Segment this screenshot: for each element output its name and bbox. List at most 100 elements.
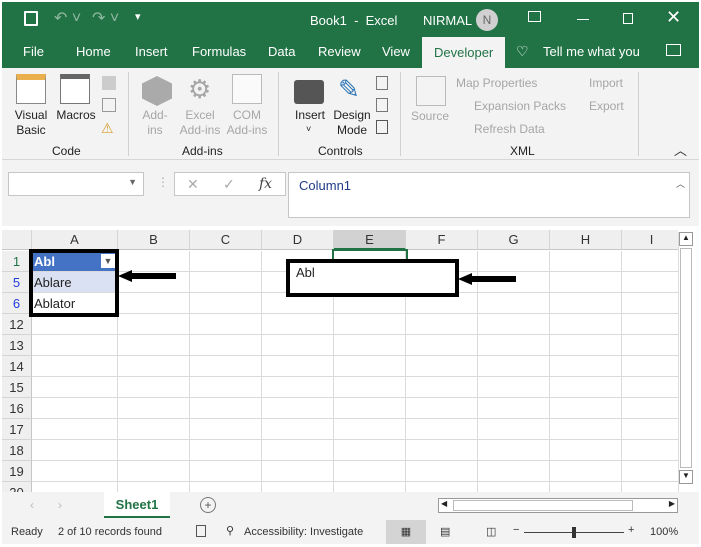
cell-d15[interactable]	[262, 377, 334, 398]
excel-add-ins-button[interactable]: Excel Add-ins	[178, 108, 222, 138]
macros-button[interactable]: Macros	[54, 108, 98, 123]
cell-c20[interactable]	[190, 482, 262, 492]
chevron-down-icon[interactable]: ▼	[128, 177, 137, 187]
tab-insert[interactable]: Insert	[135, 44, 168, 59]
cell-g1[interactable]	[478, 251, 550, 272]
prev-sheet-icon[interactable]: ‹	[30, 498, 34, 512]
collapse-ribbon-icon[interactable]: ︿	[674, 140, 687, 159]
minimize-icon[interactable]	[577, 19, 589, 20]
user-name[interactable]: NIRMAL	[423, 13, 472, 28]
cell-g13[interactable]	[478, 335, 550, 356]
ribbon-display-icon[interactable]	[528, 11, 541, 22]
scroll-thumb[interactable]	[453, 500, 633, 511]
cell-b15[interactable]	[118, 377, 190, 398]
horizontal-scrollbar[interactable]: ◀ ▶	[438, 498, 678, 513]
cell-e20[interactable]	[334, 482, 406, 492]
cell-e14[interactable]	[334, 356, 406, 377]
cell-e18[interactable]	[334, 440, 406, 461]
normal-view-icon[interactable]: ▦	[386, 520, 426, 544]
cell-f15[interactable]	[406, 377, 478, 398]
tab-formulas[interactable]: Formulas	[192, 44, 246, 59]
cell-h18[interactable]	[550, 440, 622, 461]
redo-icon[interactable]: ↷ ˅	[92, 8, 119, 28]
scroll-up-icon[interactable]: ▲	[679, 232, 693, 246]
cell-e13[interactable]	[334, 335, 406, 356]
column-header-g[interactable]: G	[478, 230, 550, 250]
enter-icon[interactable]: ✓	[223, 176, 235, 193]
next-sheet-icon[interactable]: ›	[58, 498, 62, 512]
record-macro-icon[interactable]	[102, 76, 116, 90]
comments-icon[interactable]	[666, 44, 681, 56]
cell-a13[interactable]	[32, 335, 118, 356]
cell-i20[interactable]	[622, 482, 678, 492]
row-header-14[interactable]: 14	[2, 356, 32, 377]
cell-e17[interactable]	[334, 419, 406, 440]
relative-references-icon[interactable]	[102, 98, 116, 112]
cell-c5[interactable]	[190, 272, 262, 293]
zoom-out-button[interactable]: −	[513, 524, 519, 536]
view-code-icon[interactable]	[376, 98, 388, 112]
column-header-e[interactable]: E	[334, 230, 406, 250]
cell-i6[interactable]	[622, 293, 678, 314]
cell-f12[interactable]	[406, 314, 478, 335]
cell-b19[interactable]	[118, 461, 190, 482]
accessibility-icon[interactable]: ⚲	[226, 524, 234, 537]
cell-g12[interactable]	[478, 314, 550, 335]
cell-e16[interactable]	[334, 398, 406, 419]
cell-h14[interactable]	[550, 356, 622, 377]
cell-c6[interactable]	[190, 293, 262, 314]
macro-security-icon[interactable]: ⚠	[101, 120, 114, 137]
cell-i14[interactable]	[622, 356, 678, 377]
cell-c13[interactable]	[190, 335, 262, 356]
new-sheet-icon[interactable]: +	[200, 497, 216, 513]
cell-b13[interactable]	[118, 335, 190, 356]
source-button[interactable]: Source	[410, 109, 450, 124]
undo-icon[interactable]: ↶ ˅	[54, 8, 81, 28]
vertical-scrollbar[interactable]: ▲ ▼	[678, 232, 693, 494]
cancel-icon[interactable]: ✕	[187, 176, 199, 193]
row-header-6[interactable]: 6	[2, 293, 32, 314]
cell-h15[interactable]	[550, 377, 622, 398]
cell-d14[interactable]	[262, 356, 334, 377]
avatar[interactable]: N	[476, 9, 498, 31]
row-header-5[interactable]: 5	[2, 272, 32, 293]
cell-b20[interactable]	[118, 482, 190, 492]
customize-qat-icon[interactable]: ▾	[135, 10, 141, 23]
cell-d19[interactable]	[262, 461, 334, 482]
cell-i15[interactable]	[622, 377, 678, 398]
cell-f19[interactable]	[406, 461, 478, 482]
column-header-h[interactable]: H	[550, 230, 622, 250]
tab-home[interactable]: Home	[76, 44, 111, 59]
cell-h13[interactable]	[550, 335, 622, 356]
cell-f18[interactable]	[406, 440, 478, 461]
cell-b12[interactable]	[118, 314, 190, 335]
column-header-i[interactable]: I	[622, 230, 678, 250]
cell-c1[interactable]	[190, 251, 262, 272]
tab-review[interactable]: Review	[318, 44, 361, 59]
cell-g16[interactable]	[478, 398, 550, 419]
cell-h1[interactable]	[550, 251, 622, 272]
save-icon[interactable]	[24, 11, 38, 26]
cell-c19[interactable]	[190, 461, 262, 482]
cell-b1[interactable]	[118, 251, 190, 272]
row-header-1[interactable]: 1	[2, 251, 32, 272]
row-header-20[interactable]: 20	[2, 482, 32, 492]
cell-i1[interactable]	[622, 251, 678, 272]
cell-g20[interactable]	[478, 482, 550, 492]
cell-i13[interactable]	[622, 335, 678, 356]
column-header-a[interactable]: A	[32, 230, 118, 250]
row-header-17[interactable]: 17	[2, 419, 32, 440]
cell-b17[interactable]	[118, 419, 190, 440]
cell-a15[interactable]	[32, 377, 118, 398]
cell-b6[interactable]	[118, 293, 190, 314]
cell-d12[interactable]	[262, 314, 334, 335]
cell-c18[interactable]	[190, 440, 262, 461]
sheet-tab-sheet1[interactable]: Sheet1	[104, 492, 170, 518]
cell-a18[interactable]	[32, 440, 118, 461]
cell-f17[interactable]	[406, 419, 478, 440]
refresh-data-button[interactable]: Refresh Data	[474, 122, 545, 137]
cell-g17[interactable]	[478, 419, 550, 440]
row-header-18[interactable]: 18	[2, 440, 32, 461]
cell-e19[interactable]	[334, 461, 406, 482]
cell-f13[interactable]	[406, 335, 478, 356]
